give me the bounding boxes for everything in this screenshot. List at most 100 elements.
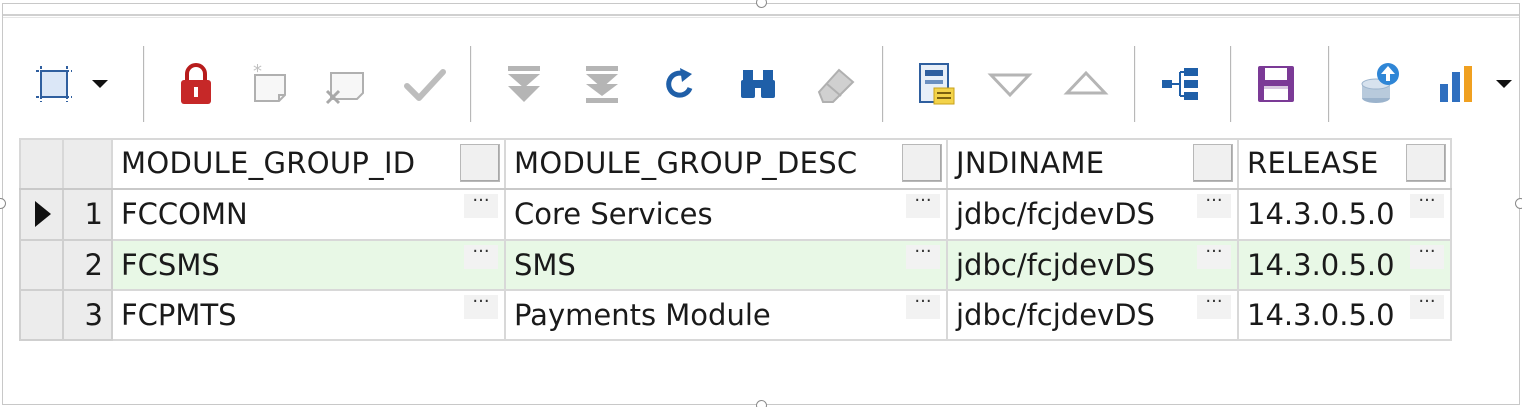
cell-value: Payments Module <box>514 297 771 332</box>
toolbar-separator <box>143 46 145 122</box>
grid-cell[interactable]: 14.3.0.5.0 ··· <box>1237 188 1452 241</box>
grid-cell[interactable]: 14.3.0.5.0 ··· <box>1237 238 1452 291</box>
row-number[interactable]: 1 <box>62 188 113 241</box>
grid-cell[interactable]: FCSMS ··· <box>111 238 506 291</box>
grid-cell[interactable]: FCPMTS ··· <box>111 288 506 342</box>
grid-cell[interactable]: SMS ··· <box>504 238 948 291</box>
form-view-icon <box>919 63 955 105</box>
tree-view-icon <box>1162 68 1198 100</box>
cell-edit-ellipsis-button[interactable]: ··· <box>1197 292 1231 319</box>
table-row[interactable]: 3 FCPMTS ··· Payments Module ··· jdbc/fcjd… <box>19 288 1452 342</box>
commit-button[interactable] <box>396 46 452 122</box>
cell-edit-ellipsis-button[interactable]: ··· <box>906 192 940 219</box>
cell-value: FCSMS <box>121 247 220 282</box>
table-row[interactable]: 2 FCSMS ··· SMS ··· jdbc/fcjdevDS ··· 14.3.… <box>19 238 1452 291</box>
row-indicator-cell[interactable] <box>19 238 64 291</box>
grid-cell[interactable]: FCCOMN ··· <box>111 188 506 241</box>
commit-check-icon <box>404 69 446 101</box>
resize-handle-bottom[interactable] <box>756 400 767 407</box>
bar-chart-icon <box>1440 66 1472 102</box>
column-sort-button[interactable] <box>902 144 942 182</box>
cell-edit-ellipsis-button[interactable]: ··· <box>906 292 940 319</box>
refresh-button[interactable] <box>652 46 708 122</box>
current-row-arrow-icon <box>35 201 51 228</box>
select-frame-button[interactable] <box>26 46 82 122</box>
cell-edit-ellipsis-button[interactable]: ··· <box>1410 242 1444 269</box>
grid-toolbar: * <box>18 46 1522 122</box>
grid-cell[interactable]: Core Services ··· <box>504 188 948 241</box>
export-database-icon <box>1361 63 1399 103</box>
cell-value: FCCOMN <box>121 197 248 232</box>
fetch-next-button[interactable] <box>496 46 552 122</box>
grid-cell[interactable]: jdbc/fcjdevDS ··· <box>946 288 1239 342</box>
column-header-label: MODULE_GROUP_DESC <box>514 146 858 180</box>
toolbar-separator <box>470 46 472 122</box>
tree-view-button[interactable] <box>1152 46 1208 122</box>
lock-button[interactable] <box>168 46 224 122</box>
grid-cell[interactable]: jdbc/fcjdevDS ··· <box>946 238 1239 291</box>
save-icon <box>1258 66 1294 102</box>
find-button[interactable] <box>730 46 786 122</box>
cell-value: SMS <box>514 247 576 282</box>
fetch-all-button[interactable] <box>574 46 630 122</box>
cell-edit-ellipsis-button[interactable]: ··· <box>1197 242 1231 269</box>
row-indicator-cell[interactable] <box>19 288 64 342</box>
grid-header-row: MODULE_GROUP_ID MODULE_GROUP_DESC JNDINA… <box>19 137 1452 191</box>
cell-value: Core Services <box>514 197 713 232</box>
toolbar-separator <box>1230 46 1232 122</box>
find-binoculars-icon <box>741 70 775 98</box>
select-frame-icon <box>36 66 72 102</box>
column-header-label: RELEASE <box>1247 146 1379 180</box>
column-sort-button[interactable] <box>1193 144 1233 182</box>
cell-edit-ellipsis-button[interactable]: ··· <box>1410 192 1444 219</box>
refresh-icon <box>666 68 693 98</box>
column-sort-button[interactable] <box>1406 144 1446 182</box>
grid-cell[interactable]: jdbc/fcjdevDS ··· <box>946 188 1239 241</box>
cell-value: 14.3.0.5.0 <box>1247 197 1395 232</box>
resize-handle-right[interactable] <box>1515 198 1522 209</box>
save-button[interactable] <box>1248 46 1304 122</box>
row-number[interactable]: 2 <box>62 238 113 291</box>
cell-value: 14.3.0.5.0 <box>1247 247 1395 282</box>
column-header-label: MODULE_GROUP_ID <box>121 146 416 180</box>
clear-button[interactable] <box>808 46 864 122</box>
column-header-release[interactable]: RELEASE <box>1237 137 1452 191</box>
cell-value: FCPMTS <box>121 297 237 332</box>
delete-record-icon <box>325 72 364 105</box>
bar-chart-button[interactable] <box>1428 46 1484 122</box>
grid-cell[interactable]: 14.3.0.5.0 ··· <box>1237 288 1452 342</box>
row-number[interactable]: 3 <box>62 288 113 342</box>
dropdown-arrow-icon <box>92 80 108 88</box>
chart-dropdown[interactable] <box>1484 46 1522 122</box>
grid-corner-cell[interactable] <box>62 137 113 191</box>
cell-edit-ellipsis-button[interactable]: ··· <box>464 292 498 319</box>
export-database-button[interactable] <box>1352 46 1408 122</box>
column-header-module-group-desc[interactable]: MODULE_GROUP_DESC <box>504 137 948 191</box>
cell-edit-ellipsis-button[interactable]: ··· <box>464 192 498 219</box>
cell-edit-ellipsis-button[interactable]: ··· <box>1410 292 1444 319</box>
lock-icon <box>181 63 211 104</box>
cell-value: jdbc/fcjdevDS <box>956 247 1155 282</box>
delete-record-button[interactable] <box>316 46 372 122</box>
current-row-indicator-cell[interactable] <box>19 188 64 241</box>
cell-value: jdbc/fcjdevDS <box>956 297 1155 332</box>
dropdown-arrow-icon <box>1496 80 1512 88</box>
cell-value: 14.3.0.5.0 <box>1247 297 1395 332</box>
column-header-label: JNDINAME <box>956 146 1105 180</box>
new-record-button[interactable]: * <box>242 46 298 122</box>
sort-ascending-button[interactable] <box>1058 46 1114 122</box>
column-sort-button[interactable] <box>460 144 500 182</box>
cell-edit-ellipsis-button[interactable]: ··· <box>464 242 498 269</box>
new-record-icon: * <box>253 61 286 102</box>
column-header-module-group-id[interactable]: MODULE_GROUP_ID <box>111 137 506 191</box>
form-view-button[interactable] <box>908 46 964 122</box>
table-row[interactable]: 1 FCCOMN ··· Core Services ··· jdbc/fcjdev… <box>19 188 1452 241</box>
sort-descending-button[interactable] <box>982 46 1038 122</box>
results-grid: MODULE_GROUP_ID MODULE_GROUP_DESC JNDINA… <box>19 137 1452 342</box>
cell-edit-ellipsis-button[interactable]: ··· <box>1197 192 1231 219</box>
grid-corner-cell[interactable] <box>19 137 64 191</box>
select-frame-dropdown[interactable] <box>80 46 120 122</box>
column-header-jndiname[interactable]: JNDINAME <box>946 137 1239 191</box>
grid-cell[interactable]: Payments Module ··· <box>504 288 948 342</box>
cell-edit-ellipsis-button[interactable]: ··· <box>906 242 940 269</box>
